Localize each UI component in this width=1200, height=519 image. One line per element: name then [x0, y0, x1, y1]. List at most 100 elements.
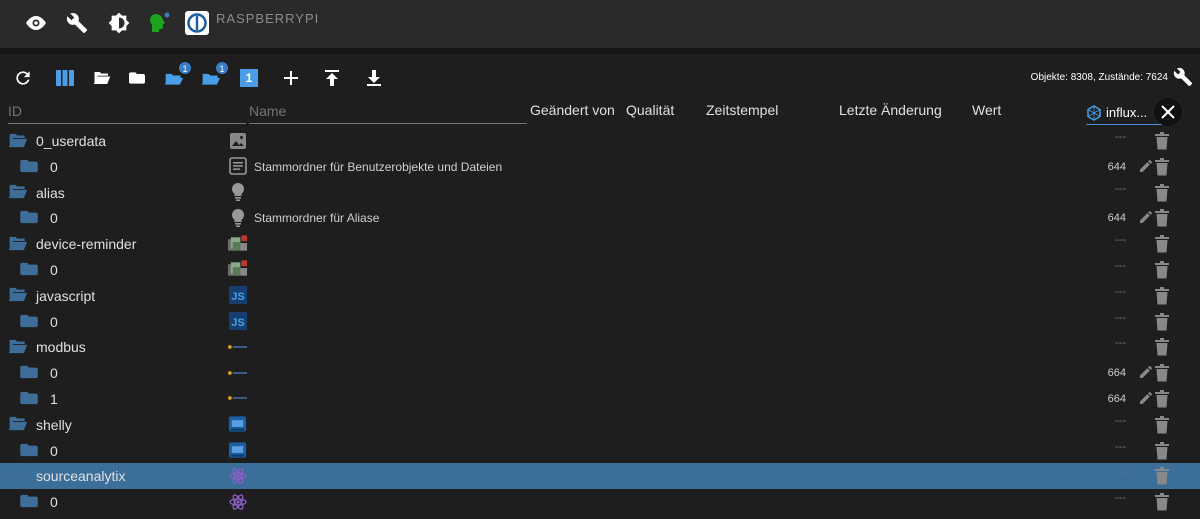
folder-icon[interactable]	[20, 261, 40, 277]
table-row[interactable]: 0 664	[0, 360, 1200, 386]
trash-icon[interactable]	[1153, 234, 1171, 254]
close-filter-button[interactable]	[1154, 98, 1182, 126]
device-reminder-icon	[227, 259, 248, 280]
modbus-icon	[227, 362, 248, 383]
trash-icon[interactable]	[1153, 466, 1171, 486]
folder-icon[interactable]	[20, 313, 40, 329]
cloud-badge-icon-2[interactable]: 1	[199, 61, 229, 90]
column-timestamp[interactable]: Zeitstempel	[706, 102, 778, 118]
object-id: 0	[50, 494, 58, 511]
trash-icon[interactable]	[1153, 183, 1171, 203]
folder-open-icon[interactable]	[8, 416, 28, 432]
one-level-icon[interactable]: 1	[237, 66, 261, 90]
object-value: ---	[1115, 131, 1126, 143]
folder-icon[interactable]	[20, 442, 40, 458]
folder-icon[interactable]	[20, 158, 40, 174]
custom-filter[interactable]: influx...	[1086, 101, 1162, 125]
object-id: 0	[50, 158, 58, 175]
table-row[interactable]: sourceanalytix ---	[0, 463, 1200, 490]
table-row[interactable]: 1 664	[0, 386, 1200, 412]
folder-open-icon[interactable]	[8, 467, 28, 483]
table-row[interactable]: 0 Stammordner für Benutzerobjekte und Dat…	[0, 154, 1200, 180]
objects-stats: Objekte: 8308, Zustände: 7624	[1030, 72, 1168, 83]
add-icon[interactable]	[279, 66, 303, 90]
object-name: Stammordner für Aliase	[254, 211, 380, 226]
object-id: 0	[50, 313, 58, 330]
cloud-badge-icon[interactable]: 1	[162, 61, 192, 90]
object-id: modbus	[36, 339, 86, 356]
trash-icon[interactable]	[1153, 363, 1171, 383]
table-row[interactable]: 0 ---	[0, 257, 1200, 283]
table-row[interactable]: shelly ---	[0, 412, 1200, 438]
columns-icon[interactable]	[53, 66, 77, 90]
object-value: ---	[1115, 285, 1126, 298]
table-row[interactable]: modbus ---	[0, 334, 1200, 360]
trash-icon[interactable]	[1153, 131, 1171, 151]
brightness-icon[interactable]	[106, 10, 132, 36]
object-value: ---	[1115, 311, 1126, 324]
svg-text:JS: JS	[231, 317, 244, 329]
name-filter-input[interactable]	[249, 98, 527, 124]
trash-icon[interactable]	[1153, 260, 1171, 280]
table-row[interactable]: 0_userdata ---	[0, 128, 1200, 154]
refresh-icon[interactable]	[11, 66, 35, 90]
folder-icon[interactable]	[20, 209, 40, 225]
folder-icon[interactable]	[20, 364, 40, 380]
table-row[interactable]: device-reminder ---	[0, 231, 1200, 257]
trash-icon[interactable]	[1153, 312, 1171, 332]
object-value: ---	[1115, 440, 1126, 453]
folder-icon[interactable]	[125, 66, 149, 90]
eye-icon[interactable]	[23, 10, 49, 36]
column-changed-by[interactable]: Geändert von	[530, 102, 615, 118]
device-reminder-icon	[227, 233, 248, 254]
iobroker-logo	[184, 10, 210, 36]
folder-open-icon[interactable]	[8, 287, 28, 303]
object-id: 0_userdata	[36, 133, 107, 149]
trash-icon[interactable]	[1153, 415, 1171, 435]
filter-value: influx...	[1106, 105, 1148, 120]
folder-open-icon[interactable]	[8, 235, 28, 251]
document-icon	[227, 156, 248, 177]
upload-icon[interactable]	[320, 66, 344, 90]
folder-open-icon[interactable]	[8, 132, 28, 148]
object-value: 664	[1107, 367, 1126, 380]
table-row[interactable]: javascript JS ---	[0, 283, 1200, 309]
trash-icon[interactable]	[1153, 337, 1171, 357]
object-value: ---	[1115, 182, 1126, 195]
folder-open-icon[interactable]	[8, 184, 28, 200]
wrench-icon[interactable]	[64, 10, 90, 36]
expert-head-icon[interactable]	[146, 10, 172, 36]
trash-icon[interactable]	[1153, 389, 1171, 409]
id-filter-input[interactable]	[8, 98, 246, 124]
trash-icon[interactable]	[1153, 157, 1171, 177]
table-row[interactable]: 0 ---	[0, 438, 1200, 464]
column-value[interactable]: Wert	[972, 102, 1001, 118]
javascript-icon: JS	[227, 285, 248, 306]
folder-open-icon[interactable]	[90, 66, 114, 90]
object-id: 0	[50, 442, 58, 459]
folder-open-icon[interactable]	[8, 338, 28, 354]
folder-icon[interactable]	[20, 493, 40, 509]
object-value: ---	[1115, 234, 1126, 247]
column-quality[interactable]: Qualität	[626, 102, 674, 118]
object-value: 644	[1107, 160, 1126, 173]
object-id: 0	[50, 261, 58, 278]
wrench-icon[interactable]	[1172, 66, 1194, 88]
atom-icon	[227, 491, 248, 512]
object-tree: 0_userdata --- 0 Stammordner für Benutzerob…	[0, 128, 1200, 515]
svg-text:JS: JS	[231, 291, 244, 303]
table-row[interactable]: 0 Stammordner für Aliase 644	[0, 205, 1200, 231]
trash-icon[interactable]	[1153, 208, 1171, 228]
trash-icon[interactable]	[1153, 441, 1171, 461]
column-last-change[interactable]: Letzte Änderung	[839, 102, 942, 118]
modbus-icon	[227, 388, 248, 409]
trash-icon[interactable]	[1153, 286, 1171, 306]
table-row[interactable]: 0 JS ---	[0, 309, 1200, 335]
folder-icon[interactable]	[20, 390, 40, 406]
table-row[interactable]: 0 ---	[0, 489, 1200, 515]
table-row[interactable]: alias ---	[0, 180, 1200, 206]
download-icon[interactable]	[362, 66, 386, 90]
object-id: device-reminder	[36, 236, 137, 253]
modbus-icon	[227, 336, 248, 357]
trash-icon[interactable]	[1153, 492, 1171, 512]
